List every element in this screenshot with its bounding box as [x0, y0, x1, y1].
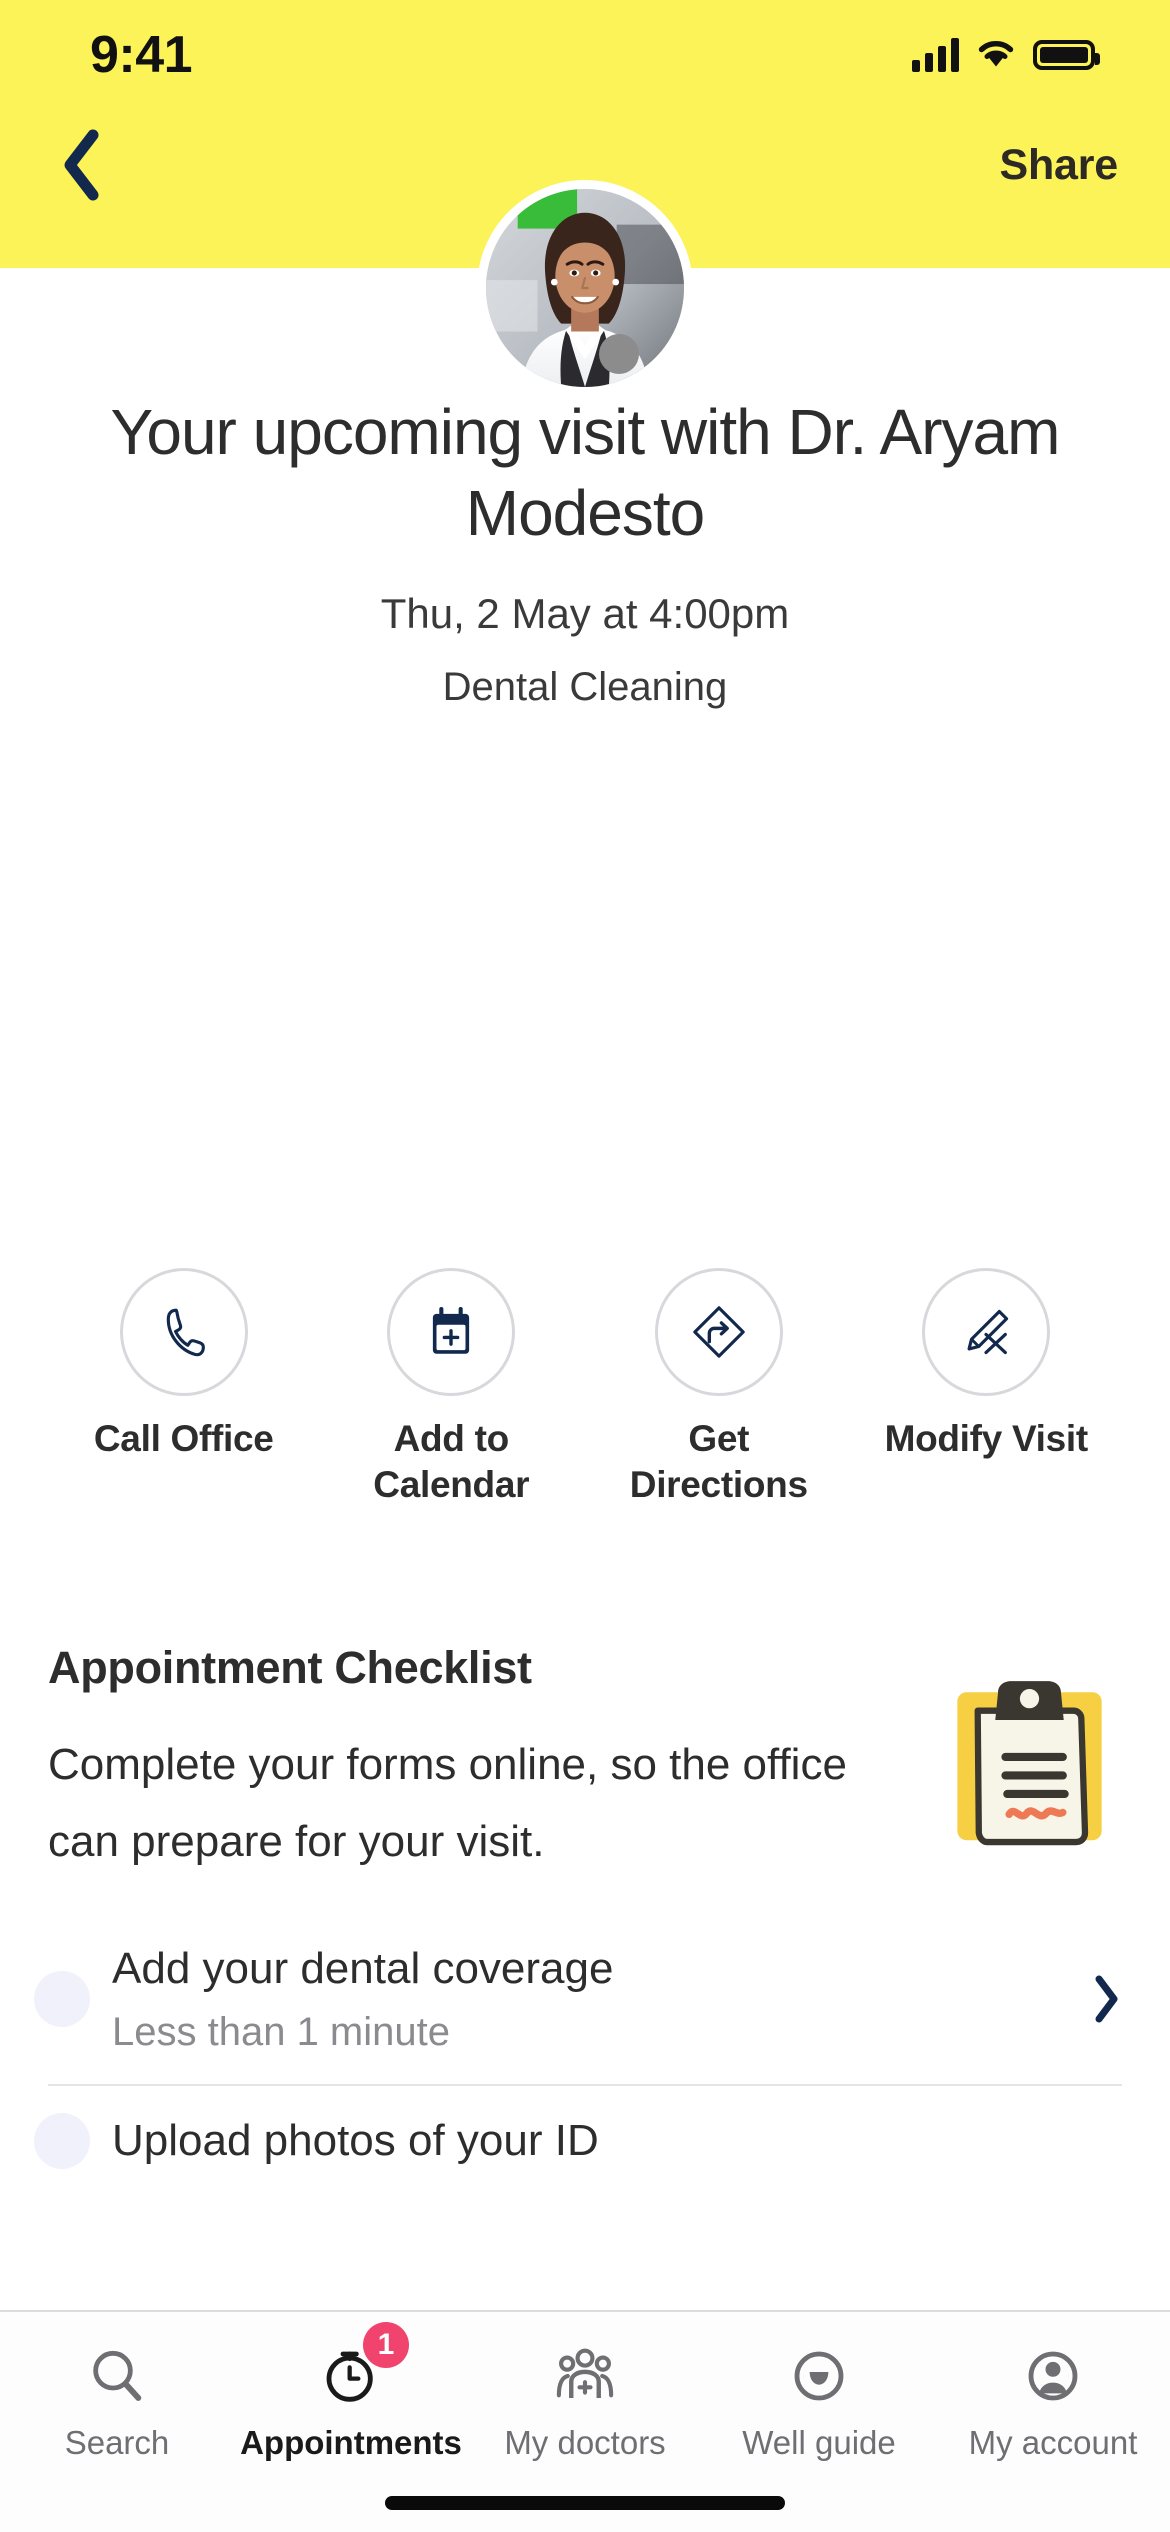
tab-appointments[interactable]: 1 Appointments: [234, 2322, 468, 2462]
appointment-checklist-section: Appointment Checklist Complete your form…: [0, 1640, 1170, 2196]
navigation-bar: Share: [0, 110, 1170, 220]
status-bar-icons: [912, 37, 1100, 74]
home-indicator: [385, 2496, 785, 2510]
call-office-icon-circle: [119, 1268, 248, 1396]
appointment-datetime: Thu, 2 May at 4:00pm: [380, 590, 790, 637]
checklist-item-title: Upload photos of your ID: [112, 2116, 599, 2165]
checklist-header: Appointment Checklist Complete your form…: [48, 1640, 1122, 1880]
search-icon: [79, 2338, 155, 2414]
directions-icon: [693, 1306, 745, 1358]
wifi-icon: [975, 37, 1017, 74]
call-office-button[interactable]: Call Office: [74, 1268, 294, 1508]
add-to-calendar-label: Add to Calendar: [373, 1418, 530, 1505]
chevron-left-icon: [64, 129, 99, 201]
tab-label-my-doctors: My doctors: [504, 2424, 666, 2461]
checklist-item-duration: Less than 1 minute: [112, 2010, 450, 2054]
modify-visit-label: Modify Visit: [884, 1418, 1089, 1459]
checklist-title: Appointment Checklist: [48, 1642, 532, 1693]
appointment-type: Dental Cleaning: [442, 665, 728, 709]
checklist-bullet: [34, 1971, 90, 2027]
status-dot: [599, 334, 639, 374]
checklist-bullet: [34, 2113, 90, 2169]
get-directions-label: Get Directions: [629, 1418, 808, 1505]
checklist-item-body: Add your dental coverage Less than 1 min…: [112, 1940, 1070, 2058]
pencil-icon: [967, 1309, 1009, 1355]
status-bar: 9:41: [0, 0, 1170, 110]
checklist-items: Add your dental coverage Less than 1 min…: [34, 1914, 1122, 2196]
tab-label-search: Search: [64, 2424, 170, 2461]
tab-my-doctors[interactable]: My doctors: [468, 2338, 702, 2462]
battery-full-icon: [1033, 40, 1100, 70]
appointments-badge: 1: [363, 2322, 409, 2368]
tab-search[interactable]: Search: [0, 2338, 234, 2462]
checklist-description: Complete your forms online, so the offic…: [48, 1740, 847, 1866]
call-office-label: Call Office: [93, 1418, 274, 1459]
chevron-right-icon[interactable]: [1090, 1973, 1122, 2025]
account-circle-icon: [1015, 2338, 1091, 2414]
smiley-icon: [781, 2338, 857, 2414]
modify-visit-icon-circle: [922, 1268, 1051, 1396]
list-item[interactable]: Upload photos of your ID: [34, 2084, 1122, 2196]
checklist-text-block: Appointment Checklist Complete your form…: [48, 1640, 848, 1880]
checklist-item-title: Add your dental coverage: [112, 1944, 614, 1993]
app-screen: 9:41 Share Your upcoming visit with Dr. …: [0, 0, 1170, 2532]
doctors-group-icon: [547, 2338, 623, 2414]
tab-label-well-guide: Well guide: [742, 2424, 896, 2461]
back-button[interactable]: [40, 123, 124, 207]
tab-well-guide[interactable]: Well guide: [702, 2338, 936, 2462]
get-directions-button[interactable]: Get Directions: [609, 1268, 829, 1508]
modify-visit-button[interactable]: Modify Visit: [876, 1268, 1096, 1508]
quick-actions: Call Office Add to Calendar Get Directio…: [0, 1268, 1170, 1508]
add-to-calendar-button[interactable]: Add to Calendar: [341, 1268, 561, 1508]
checklist-item-body: Upload photos of your ID: [112, 2112, 1122, 2170]
list-item[interactable]: Add your dental coverage Less than 1 min…: [34, 1914, 1122, 2084]
get-directions-icon-circle: [654, 1268, 783, 1396]
hero-section: Your upcoming visit with Dr. Aryam Modes…: [0, 392, 1170, 712]
add-to-calendar-icon-circle: [387, 1268, 516, 1396]
status-bar-time: 9:41: [90, 26, 193, 84]
phone-icon: [166, 1308, 205, 1357]
tab-label-my-account: My account: [968, 2424, 1138, 2461]
calendar-plus-icon: [433, 1306, 470, 1354]
share-button[interactable]: Share: [987, 131, 1130, 200]
clipboard-illustration: [937, 1670, 1122, 1855]
tab-label-appointments: Appointments: [240, 2424, 462, 2461]
cellular-signal-icon: [912, 38, 959, 72]
page-title: Your upcoming visit with Dr. Aryam Modes…: [110, 396, 1061, 549]
tab-my-account[interactable]: My account: [936, 2338, 1170, 2462]
clock-icon: 1: [313, 2322, 409, 2414]
